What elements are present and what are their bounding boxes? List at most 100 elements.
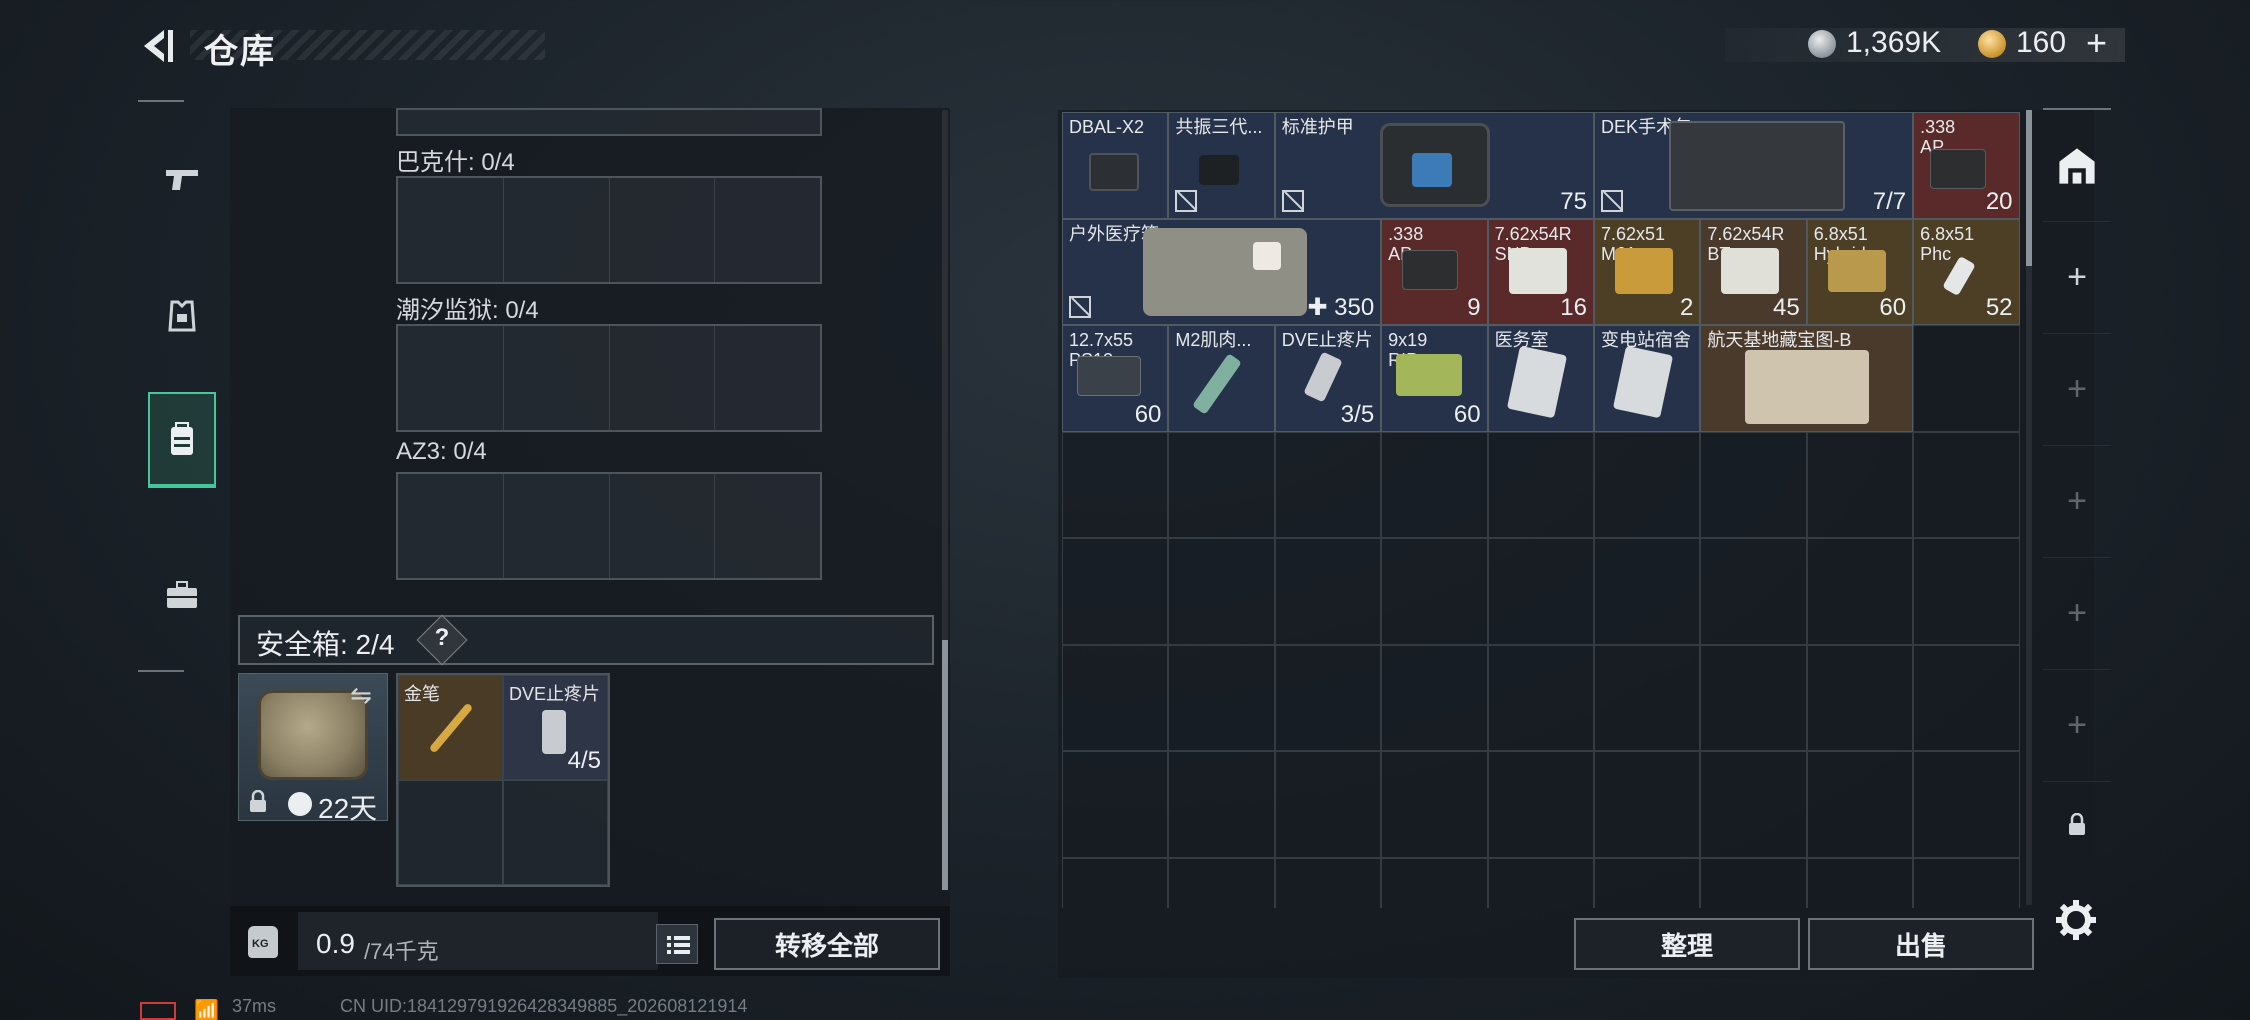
stash-empty-cell[interactable] bbox=[1274, 751, 1382, 858]
stash-empty-cell[interactable] bbox=[1487, 857, 1594, 908]
stash-empty-cell[interactable] bbox=[1274, 431, 1382, 538]
add-stash-page-button[interactable]: + bbox=[2043, 446, 2111, 558]
left-scroll-thumb[interactable] bbox=[942, 640, 948, 890]
stash-empty-cell[interactable] bbox=[1381, 431, 1488, 538]
stash-empty-cell[interactable] bbox=[1274, 857, 1382, 908]
stash-empty-cell[interactable] bbox=[1168, 538, 1275, 645]
stash-item[interactable]: DVE止疼片 3/5 bbox=[1274, 325, 1382, 432]
add-stash-page-button[interactable]: + bbox=[2043, 670, 2111, 782]
stash-item[interactable]: 12.7x55 PS12 60 bbox=[1062, 325, 1169, 432]
stash-empty-cell[interactable] bbox=[1700, 431, 1807, 538]
stash-empty-cell[interactable] bbox=[1913, 431, 2020, 538]
stash-empty-cell[interactable] bbox=[1806, 751, 1914, 858]
stash-item[interactable]: 6.8x51 Phc 52 bbox=[1913, 218, 2020, 325]
stash-empty-cell[interactable] bbox=[1274, 538, 1382, 645]
stash-scroll-thumb[interactable] bbox=[2026, 110, 2032, 266]
stash-empty-cell[interactable] bbox=[1381, 644, 1488, 751]
stash-item[interactable]: DBAL-X2 bbox=[1062, 112, 1169, 219]
stash-page-main[interactable] bbox=[2043, 110, 2111, 222]
sell-button[interactable]: 出售 bbox=[1808, 918, 2034, 970]
stash-empty-cell[interactable] bbox=[1913, 538, 2020, 645]
stash-empty-cell[interactable] bbox=[1593, 751, 1701, 858]
stash-item[interactable]: 6.8x51 Hybrid 60 bbox=[1806, 218, 1914, 325]
weight-max: /74千克 bbox=[364, 939, 439, 964]
stash-item[interactable]: 航天基地藏宝图-B bbox=[1700, 325, 1914, 432]
stash-empty-cell[interactable] bbox=[1593, 538, 1701, 645]
stash-item[interactable]: 7.62x54R BT 45 bbox=[1700, 218, 1807, 325]
stash-item[interactable]: M2肌肉... bbox=[1168, 325, 1275, 432]
stash-grid[interactable]: DBAL-X2 共振三代... 标准护甲 75 DEK手术包 7/7 .338 … bbox=[1062, 112, 2020, 908]
stash-empty-cell[interactable] bbox=[1062, 751, 1169, 858]
stash-empty-cell[interactable] bbox=[1168, 644, 1275, 751]
stash-empty-cell[interactable] bbox=[1593, 857, 1701, 908]
tab-backpack[interactable] bbox=[148, 392, 216, 488]
stash-empty-cell[interactable] bbox=[1913, 644, 2020, 751]
tab-weapons[interactable] bbox=[148, 130, 216, 226]
add-stash-page-button[interactable]: + bbox=[2043, 334, 2111, 446]
safe-box-grid[interactable]: 金笔 DVE止疼片 4/5 bbox=[396, 673, 610, 887]
stash-empty-cell[interactable] bbox=[1700, 857, 1807, 908]
stash-empty-cell[interactable] bbox=[1381, 538, 1488, 645]
settings-gear-icon[interactable] bbox=[2052, 896, 2100, 944]
stash-empty-cell[interactable] bbox=[1806, 644, 1914, 751]
stash-empty-cell[interactable] bbox=[1806, 857, 1914, 908]
stash-empty-cell[interactable] bbox=[1274, 644, 1382, 751]
stash-empty-cell[interactable] bbox=[1381, 857, 1488, 908]
stash-empty-cell[interactable] bbox=[1487, 644, 1594, 751]
swap-icon[interactable]: ⇋ bbox=[350, 680, 372, 711]
add-currency-button[interactable]: + bbox=[2086, 22, 2107, 64]
stash-item[interactable]: DEK手术包 7/7 bbox=[1593, 112, 1914, 219]
safe-item-dve-painkiller[interactable]: DVE止疼片 4/5 bbox=[503, 675, 608, 780]
stash-empty-cell[interactable] bbox=[1168, 751, 1275, 858]
stash-empty-cell[interactable] bbox=[1062, 644, 1169, 751]
safe-empty-slot[interactable] bbox=[398, 780, 503, 885]
safe-item-gold-pen[interactable]: 金笔 bbox=[398, 675, 503, 780]
stash-empty-cell[interactable] bbox=[1913, 857, 2020, 908]
safe-empty-slot[interactable] bbox=[503, 780, 608, 885]
stash-empty-cell[interactable] bbox=[1913, 325, 2020, 432]
list-view-button[interactable] bbox=[656, 924, 698, 964]
stash-empty-cell[interactable] bbox=[1062, 538, 1169, 645]
stash-item[interactable]: 7.62x54R SNB 16 bbox=[1487, 218, 1594, 325]
pistol-icon bbox=[166, 170, 198, 190]
stash-empty-cell[interactable] bbox=[1381, 751, 1488, 858]
stash-empty-cell[interactable] bbox=[1062, 431, 1169, 538]
stash-empty-cell[interactable] bbox=[1487, 538, 1594, 645]
stash-item[interactable]: 7.62x51 M61 2 bbox=[1593, 218, 1701, 325]
locked-page[interactable] bbox=[2043, 790, 2111, 860]
stash-item[interactable]: .338 AP 20 bbox=[1913, 112, 2020, 219]
stash-empty-cell[interactable] bbox=[1806, 431, 1914, 538]
add-stash-page-button[interactable]: + bbox=[2043, 558, 2111, 670]
stash-empty-cell[interactable] bbox=[1700, 644, 1807, 751]
stash-item[interactable]: 户外医疗箱 ✚ 350 bbox=[1062, 218, 1382, 325]
stash-item[interactable]: .338 AP 9 bbox=[1381, 218, 1488, 325]
stash-item[interactable]: 变电站宿舍 bbox=[1593, 325, 1701, 432]
transfer-all-button[interactable]: 转移全部 bbox=[714, 918, 940, 970]
stash-item[interactable]: 医务室 bbox=[1487, 325, 1594, 432]
stash-item[interactable]: 共振三代... bbox=[1168, 112, 1275, 219]
stash-empty-cell[interactable] bbox=[1487, 431, 1594, 538]
stash-item[interactable]: 9x19 RIP 60 bbox=[1381, 325, 1488, 432]
stash-empty-cell[interactable] bbox=[1168, 431, 1275, 538]
stash-empty-cell[interactable] bbox=[1700, 538, 1807, 645]
stash-empty-cell[interactable] bbox=[1913, 751, 2020, 858]
gold-pen-image bbox=[428, 702, 474, 754]
stash-empty-cell[interactable] bbox=[1593, 431, 1701, 538]
tidy-button[interactable]: 整理 bbox=[1574, 918, 1800, 970]
stash-empty-cell[interactable] bbox=[1806, 538, 1914, 645]
item-count: 60 bbox=[1879, 294, 1907, 321]
keycard-slot-grid[interactable] bbox=[396, 176, 822, 284]
tab-armor[interactable] bbox=[148, 268, 216, 364]
stash-empty-cell[interactable] bbox=[1593, 644, 1701, 751]
back-button[interactable] bbox=[138, 26, 178, 66]
stash-item[interactable]: 标准护甲 75 bbox=[1274, 112, 1594, 219]
stash-empty-cell[interactable] bbox=[1062, 857, 1169, 908]
keycard-slot-grid[interactable] bbox=[396, 324, 822, 432]
add-stash-page-button[interactable]: + bbox=[2043, 222, 2111, 334]
stash-empty-cell[interactable] bbox=[1168, 857, 1275, 908]
item-image bbox=[1077, 356, 1141, 396]
stash-empty-cell[interactable] bbox=[1487, 751, 1594, 858]
stash-empty-cell[interactable] bbox=[1700, 751, 1807, 858]
keycard-slot-grid[interactable] bbox=[396, 472, 822, 580]
tab-briefcase[interactable] bbox=[148, 548, 216, 644]
